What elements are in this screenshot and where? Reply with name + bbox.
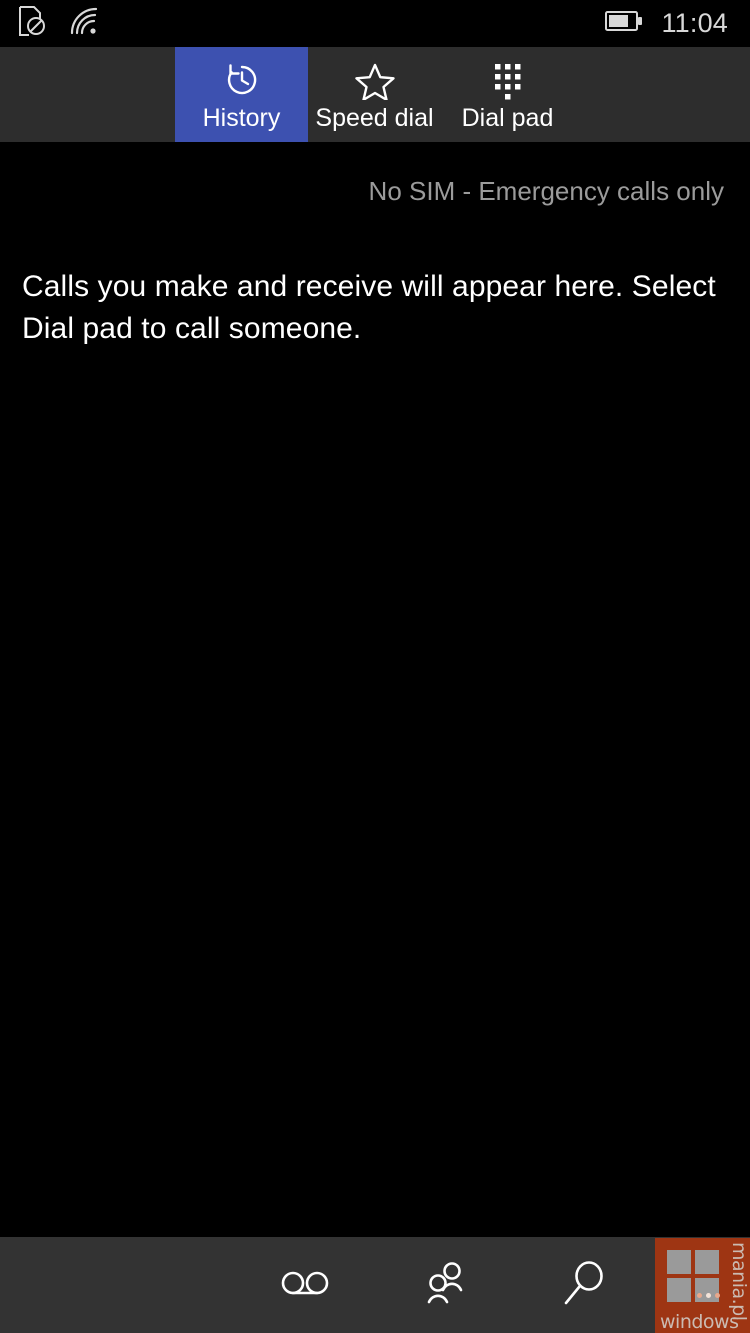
windows-logo-grid	[667, 1250, 721, 1302]
bottom-app-bar	[0, 1237, 750, 1333]
battery-icon	[605, 10, 643, 37]
watermark-logo: windows mania.pl	[655, 1238, 750, 1333]
tab-dial-pad[interactable]: Dial pad	[441, 47, 574, 142]
contacts-people-icon	[421, 1259, 469, 1312]
voicemail-button[interactable]	[235, 1237, 375, 1333]
logo-pane-top-right	[695, 1250, 719, 1274]
search-magnifier-icon	[562, 1258, 608, 1313]
watermark-brand-text: windows	[660, 1311, 739, 1333]
tab-speed-dial[interactable]: Speed dial	[308, 47, 441, 142]
dial-pad-icon	[491, 58, 525, 102]
voicemail-icon	[277, 1263, 333, 1308]
logo-dot	[706, 1293, 711, 1298]
pivot-tab-bar: History Speed dial Dial pad	[0, 47, 750, 142]
logo-pane-bottom-left	[667, 1278, 691, 1302]
wifi-icon	[68, 7, 100, 40]
history-clock-icon	[222, 58, 262, 102]
logo-dot	[715, 1293, 720, 1298]
phone-screen: 11:04 History Speed dial Dial pad No SIM…	[0, 0, 750, 1333]
tab-speed-dial-label: Speed dial	[315, 104, 434, 132]
status-bar-left-icons	[0, 5, 100, 42]
tab-history-label: History	[202, 104, 281, 132]
status-bar: 11:04	[0, 0, 750, 47]
tab-dial-pad-label: Dial pad	[461, 104, 554, 132]
logo-dot	[697, 1293, 702, 1298]
history-panel: No SIM - Emergency calls only Calls you …	[0, 142, 750, 1237]
status-bar-clock: 11:04	[661, 8, 728, 38]
logo-pane-top-left	[667, 1250, 691, 1274]
logo-dots	[697, 1293, 721, 1298]
sim-status-text: No SIM - Emergency calls only	[368, 176, 724, 206]
watermark-domain-text: mania.pl	[728, 1242, 750, 1321]
contacts-button[interactable]	[375, 1237, 515, 1333]
tab-bar-spacer	[0, 47, 175, 142]
empty-state-message: Calls you make and receive will appear h…	[22, 270, 716, 345]
no-sim-icon	[18, 5, 46, 42]
logo-pane-bottom-right	[695, 1278, 721, 1302]
search-button[interactable]	[515, 1237, 655, 1333]
status-bar-right: 11:04	[605, 10, 750, 37]
star-icon	[354, 58, 396, 102]
tab-history[interactable]: History	[175, 47, 308, 142]
